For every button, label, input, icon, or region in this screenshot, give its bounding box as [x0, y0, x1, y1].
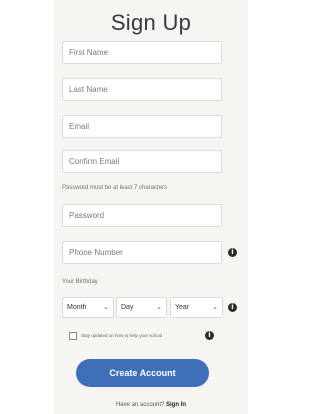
- chevron-down-icon: ⌄: [212, 304, 218, 311]
- month-value: Month: [67, 304, 87, 311]
- chevron-down-icon: ⌄: [103, 304, 109, 311]
- password-hint: Password must be at least 7 characters: [62, 185, 168, 191]
- chevron-down-icon: ⌄: [156, 304, 162, 311]
- updates-checkbox[interactable]: [69, 332, 77, 340]
- confirm-email-input[interactable]: [62, 150, 222, 173]
- first-name-input[interactable]: [62, 41, 222, 64]
- year-value: Year: [175, 304, 190, 311]
- password-input[interactable]: [62, 204, 222, 227]
- birthday-label: Your Birthday: [62, 279, 98, 285]
- last-name-input[interactable]: [62, 78, 222, 101]
- create-account-button[interactable]: Create Account: [76, 359, 209, 387]
- page-title: Sign Up: [110, 10, 192, 35]
- birthday-month-select[interactable]: Month ⌄: [62, 297, 114, 318]
- birthday-day-select[interactable]: Day ⌄: [116, 297, 167, 318]
- phone-number-input[interactable]: [62, 241, 222, 264]
- updates-checkbox-label: Stay updated on how to help your school: [81, 333, 163, 338]
- info-icon[interactable]: i: [228, 303, 237, 312]
- signin-row: Have an account? Sign In: [54, 402, 248, 408]
- day-value: Day: [121, 304, 134, 311]
- signup-page: Sign Up Password must be at least 7 char…: [0, 0, 258, 414]
- info-icon[interactable]: i: [205, 331, 214, 340]
- signin-prompt: Have an account?: [115, 402, 165, 408]
- info-icon[interactable]: i: [228, 248, 237, 257]
- signin-link[interactable]: Sign In: [166, 402, 186, 408]
- email-input[interactable]: [62, 115, 222, 138]
- birthday-year-select[interactable]: Year ⌄: [170, 297, 223, 318]
